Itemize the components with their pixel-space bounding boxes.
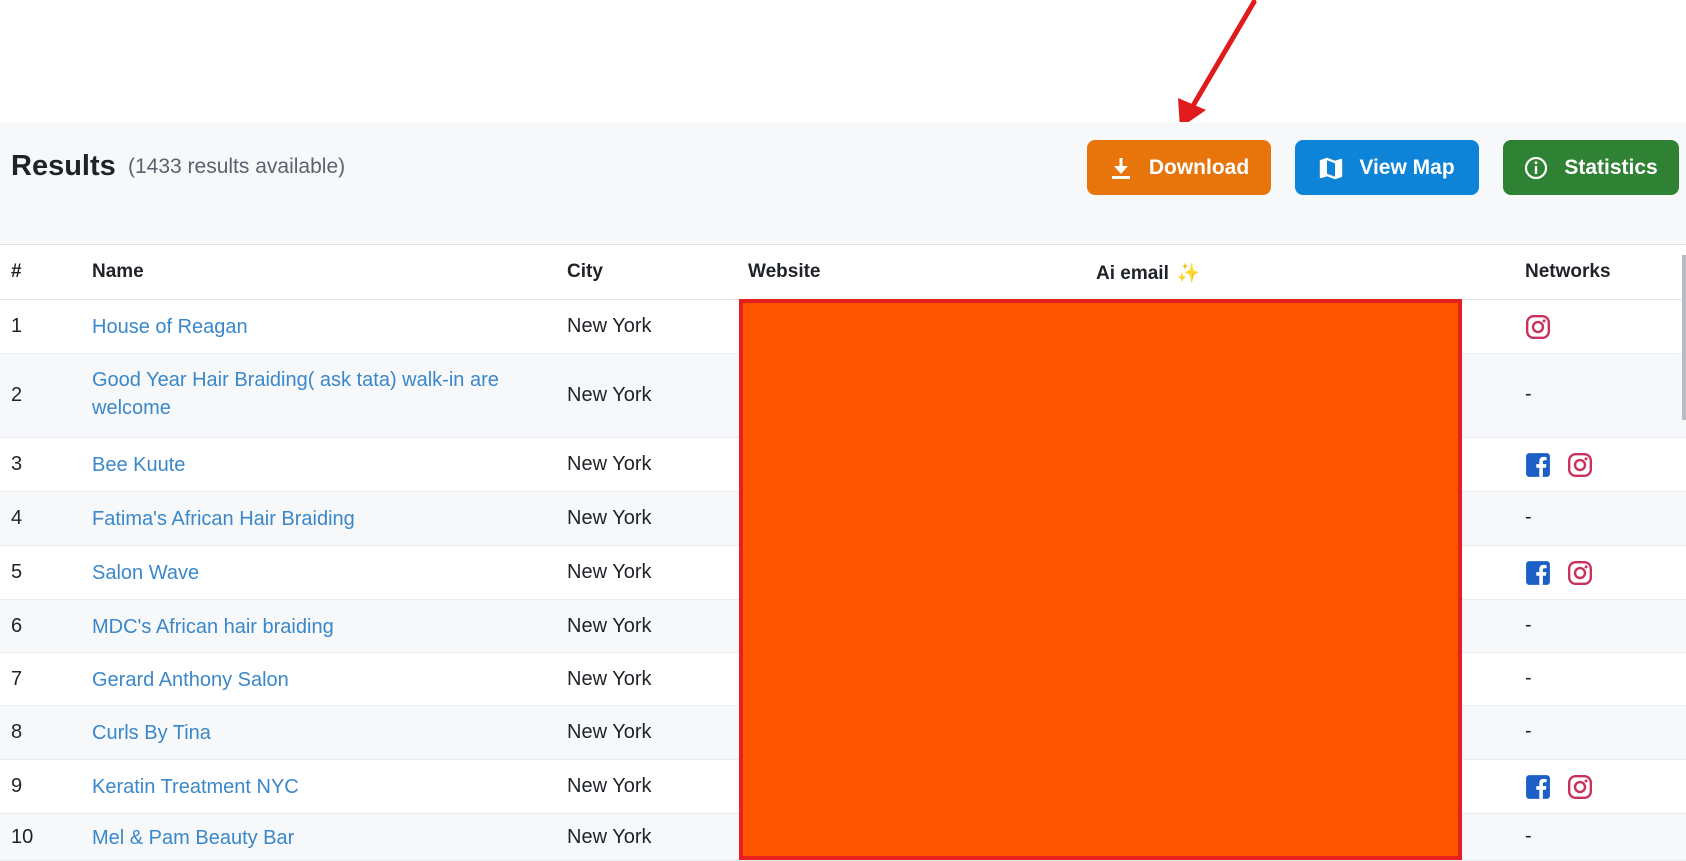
city-cell: New York (567, 453, 652, 475)
row-number: 9 (11, 775, 23, 797)
filter-band (0, 220, 1686, 245)
business-name-link[interactable]: Mel & Pam Beauty Bar (92, 824, 542, 852)
column-header-ai-email[interactable]: Ai email ✨ (1096, 261, 1201, 285)
city-cell: New York (567, 721, 652, 743)
instagram-icon[interactable] (1567, 560, 1593, 586)
networks-cell (1525, 774, 1609, 800)
top-blank-area (0, 0, 1686, 122)
city-cell: New York (567, 561, 652, 583)
networks-cell (1525, 560, 1609, 586)
business-name-link[interactable]: Curls By Tina (92, 719, 542, 747)
info-icon (1525, 156, 1548, 179)
networks-cell (1525, 314, 1567, 340)
row-number: 10 (11, 826, 34, 848)
row-number: 8 (11, 721, 23, 743)
ai-email-label: Ai email (1096, 263, 1169, 284)
statistics-button[interactable]: Statistics (1503, 140, 1679, 195)
city-cell: New York (567, 775, 652, 797)
facebook-icon[interactable] (1525, 774, 1551, 800)
row-number: 7 (11, 668, 23, 690)
instagram-icon[interactable] (1567, 774, 1593, 800)
no-network-text: - (1525, 614, 1532, 636)
no-network-text: - (1525, 720, 1532, 742)
redaction-box (739, 299, 1462, 860)
facebook-icon[interactable] (1525, 560, 1551, 586)
business-name-link[interactable]: House of Reagan (92, 313, 542, 341)
networks-cell: - (1525, 506, 1532, 529)
row-number: 2 (11, 384, 23, 406)
city-cell: New York (567, 668, 652, 690)
networks-cell: - (1525, 383, 1532, 406)
city-cell: New York (567, 826, 652, 848)
business-name-link[interactable]: Fatima's African Hair Braiding (92, 505, 542, 533)
networks-cell (1525, 452, 1609, 478)
city-cell: New York (567, 384, 652, 406)
results-title: Results (11, 150, 116, 182)
table-header: # Name City Website Ai email ✨ Networks (0, 245, 1686, 300)
city-cell: New York (567, 615, 652, 637)
column-header-name[interactable]: Name (92, 261, 144, 283)
scrollbar[interactable] (1682, 255, 1686, 420)
city-cell: New York (567, 315, 652, 337)
column-header-num: # (11, 261, 22, 282)
facebook-icon[interactable] (1525, 452, 1551, 478)
instagram-icon[interactable] (1525, 314, 1551, 340)
no-network-text: - (1525, 506, 1532, 528)
map-icon (1320, 157, 1343, 179)
business-name-link[interactable]: Gerard Anthony Salon (92, 666, 542, 694)
download-icon (1111, 157, 1130, 179)
city-cell: New York (567, 507, 652, 529)
results-count: (1433 results available) (128, 155, 346, 178)
download-label: Download (1148, 155, 1250, 179)
row-number: 1 (11, 315, 23, 337)
business-name-link[interactable]: Salon Wave (92, 559, 542, 587)
business-name-link[interactable]: MDC's African hair braiding (92, 613, 542, 641)
no-network-text: - (1525, 825, 1532, 847)
sparkle-icon: ✨ (1176, 263, 1201, 284)
download-button[interactable]: Download (1087, 140, 1271, 195)
business-name-link[interactable]: Bee Kuute (92, 451, 542, 479)
no-network-text: - (1525, 667, 1532, 689)
column-header-networks: Networks (1525, 261, 1611, 282)
statistics-label: Statistics (1564, 155, 1658, 179)
row-number: 4 (11, 507, 23, 529)
row-number: 6 (11, 615, 23, 637)
row-number: 3 (11, 453, 23, 475)
business-name-link[interactable]: Keratin Treatment NYC (92, 773, 542, 801)
instagram-icon[interactable] (1567, 452, 1593, 478)
networks-cell: - (1525, 720, 1532, 743)
column-header-city[interactable]: City (567, 261, 603, 283)
view-map-label: View Map (1359, 155, 1455, 179)
networks-cell: - (1525, 667, 1532, 690)
networks-cell: - (1525, 614, 1532, 637)
column-header-website[interactable]: Website (748, 261, 821, 283)
row-number: 5 (11, 561, 23, 583)
networks-cell: - (1525, 825, 1532, 848)
view-map-button[interactable]: View Map (1295, 140, 1479, 195)
business-name-link[interactable]: Good Year Hair Braiding( ask tata) walk-… (92, 366, 542, 422)
no-network-text: - (1525, 383, 1532, 405)
